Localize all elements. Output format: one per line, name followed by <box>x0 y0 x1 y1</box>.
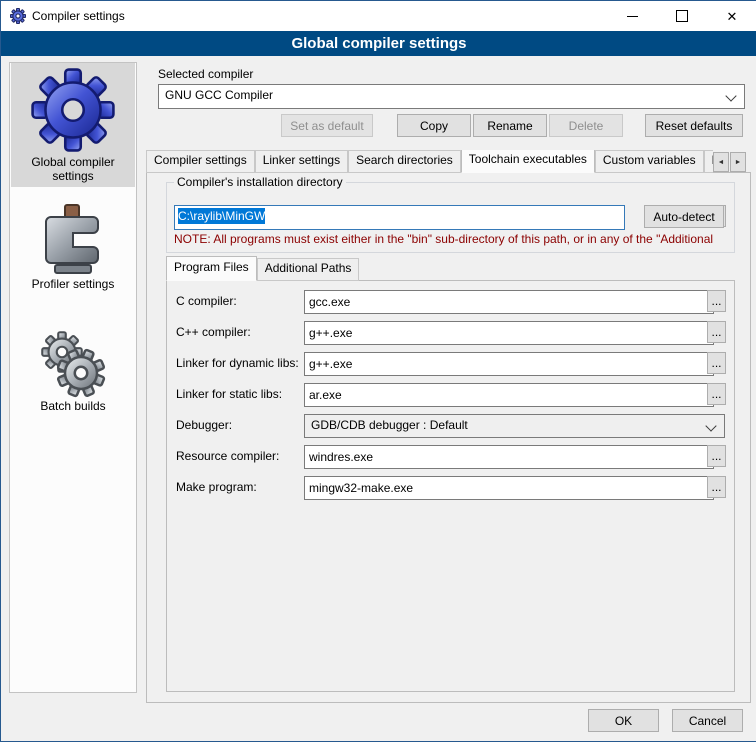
linker-dynamic-input[interactable] <box>304 352 714 376</box>
tab-program-files[interactable]: Program Files <box>166 256 257 281</box>
maximize-icon <box>676 10 688 22</box>
cpp-compiler-label: C++ compiler: <box>176 325 251 339</box>
debugger-label: Debugger: <box>176 418 232 432</box>
linker-dynamic-label: Linker for dynamic libs: <box>176 356 299 370</box>
debugger-select[interactable]: GDB/CDB debugger : Default <box>304 414 725 438</box>
chevron-down-icon <box>725 90 736 101</box>
cpp-compiler-browse-button[interactable]: ... <box>707 321 726 343</box>
app-icon <box>10 8 26 24</box>
minimize-icon <box>627 16 638 17</box>
sidebar-item-label: Profiler settings <box>11 277 135 291</box>
c-compiler-label: C compiler: <box>176 294 237 308</box>
arrow-right-icon: ► <box>735 159 742 166</box>
resource-compiler-label: Resource compiler: <box>176 449 279 463</box>
copy-button[interactable]: Copy <box>397 114 471 137</box>
settings-category-sidebar: Global compiler settings <box>9 62 137 693</box>
linker-static-label: Linker for static libs: <box>176 387 282 401</box>
gray-gears-icon <box>11 329 135 399</box>
installation-directory-input[interactable]: C:\raylib\MinGW <box>174 205 625 230</box>
tab-custom-variables[interactable]: Custom variables <box>595 150 704 173</box>
window-title: Compiler settings <box>32 9 125 23</box>
installation-directory-value: C:\raylib\MinGW <box>178 208 265 224</box>
close-button[interactable]: ✕ <box>707 1 756 31</box>
tab-compiler-settings[interactable]: Compiler settings <box>146 150 255 173</box>
titlebar: Compiler settings ✕ <box>1 1 756 31</box>
tab-scroll-right-button[interactable]: ► <box>730 152 746 172</box>
arrow-left-icon: ◄ <box>718 159 725 166</box>
tab-toolchain-executables[interactable]: Toolchain executables <box>461 150 595 173</box>
make-program-browse-button[interactable]: ... <box>707 476 726 498</box>
program-files-tabstrip: Program Files Additional Paths <box>166 258 359 281</box>
cpp-compiler-input[interactable] <box>304 321 714 345</box>
linker-static-input[interactable] <box>304 383 714 407</box>
tab-build-options[interactable]: Build <box>704 150 713 173</box>
reset-defaults-button[interactable]: Reset defaults <box>645 114 743 137</box>
c-compiler-input[interactable] <box>304 290 714 314</box>
set-as-default-button[interactable]: Set as default <box>281 114 373 137</box>
auto-detect-button[interactable]: Auto-detect <box>644 205 724 228</box>
make-program-label: Make program: <box>176 480 257 494</box>
maximize-button[interactable] <box>657 1 707 31</box>
selected-compiler-dropdown[interactable]: GNU GCC Compiler <box>158 84 745 109</box>
tab-scroll-left-button[interactable]: ◄ <box>713 152 729 172</box>
group-title: Compiler's installation directory <box>174 175 346 189</box>
sidebar-item-label: Global compiler settings <box>11 155 135 183</box>
minimize-button[interactable] <box>607 1 657 31</box>
rename-button[interactable]: Rename <box>473 114 547 137</box>
c-compiler-browse-button[interactable]: ... <box>707 290 726 312</box>
cancel-button[interactable]: Cancel <box>672 709 743 732</box>
linker-dynamic-browse-button[interactable]: ... <box>707 352 726 374</box>
sidebar-item-batch-builds[interactable]: Batch builds <box>11 329 135 439</box>
delete-button[interactable]: Delete <box>549 114 623 137</box>
blue-gear-icon <box>11 65 135 155</box>
resource-compiler-browse-button[interactable]: ... <box>707 445 726 467</box>
selected-compiler-value: GNU GCC Compiler <box>165 88 273 102</box>
tab-linker-settings[interactable]: Linker settings <box>255 150 348 173</box>
tab-search-directories[interactable]: Search directories <box>348 150 461 173</box>
resource-compiler-input[interactable] <box>304 445 714 469</box>
close-icon: ✕ <box>727 10 738 23</box>
chevron-down-icon <box>705 420 716 431</box>
profiler-tool-icon <box>11 201 135 277</box>
ok-button[interactable]: OK <box>588 709 659 732</box>
sidebar-item-global-compiler-settings[interactable]: Global compiler settings <box>11 63 135 187</box>
tab-additional-paths[interactable]: Additional Paths <box>257 258 360 281</box>
dialog-header-title: Global compiler settings <box>1 31 756 56</box>
settings-tabstrip: Compiler settings Linker settings Search… <box>146 150 713 173</box>
selected-compiler-label: Selected compiler <box>158 67 253 81</box>
linker-static-browse-button[interactable]: ... <box>707 383 726 405</box>
debugger-value: GDB/CDB debugger : Default <box>311 418 468 432</box>
sidebar-item-label: Batch builds <box>11 399 135 413</box>
note-text: NOTE: All programs must exist either in … <box>174 232 727 246</box>
make-program-input[interactable] <box>304 476 714 500</box>
sidebar-item-profiler-settings[interactable]: Profiler settings <box>11 201 135 311</box>
compiler-settings-window: Compiler settings ✕ Global compiler sett… <box>0 0 756 742</box>
